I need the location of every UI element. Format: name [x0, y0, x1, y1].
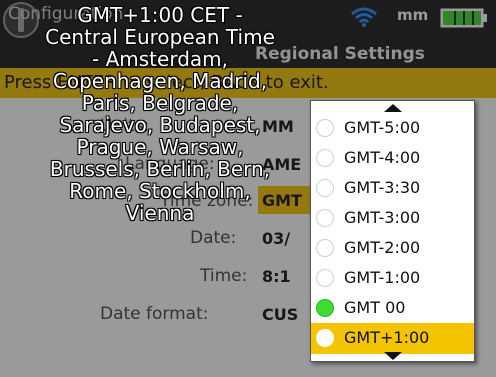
timezone-option[interactable]: GMT-5:00 — [311, 113, 474, 144]
timezone-option-highlighted[interactable]: GMT+1:00 — [311, 323, 474, 354]
radio-icon — [316, 149, 334, 167]
scroll-down-icon[interactable] — [383, 351, 403, 361]
timezone-option-label: GMT-3:30 — [344, 178, 421, 197]
timezone-option-label: GMT-5:00 — [344, 118, 421, 137]
radio-icon — [316, 209, 334, 227]
timezone-option-label: GMT-1:00 — [344, 268, 421, 287]
timezone-option-current[interactable]: GMT 00 — [311, 293, 474, 324]
timezone-option[interactable]: GMT-1:00 — [311, 263, 474, 294]
radio-checked-icon — [316, 299, 334, 317]
device-screen: Configuration mm Regional Settings Press… — [0, 0, 496, 377]
timezone-option-label: GMT-4:00 — [344, 148, 421, 167]
timezone-description: GMT+1:00 CET - Central European Time - A… — [45, 3, 275, 225]
timezone-option-label: GMT 00 — [344, 298, 406, 317]
radio-icon — [316, 239, 334, 257]
timezone-option[interactable]: GMT-2:00 — [311, 233, 474, 264]
timezone-option[interactable]: GMT-4:00 — [311, 143, 474, 174]
timezone-option-label: GMT+1:00 — [344, 328, 430, 347]
timezone-option[interactable]: GMT-3:30 — [311, 173, 474, 204]
timezone-option-label: GMT-3:00 — [344, 208, 421, 227]
radio-icon — [316, 179, 334, 197]
timezone-option[interactable]: GMT-3:00 — [311, 203, 474, 234]
radio-icon — [316, 269, 334, 287]
radio-icon — [316, 119, 334, 137]
radio-icon — [316, 329, 334, 347]
timezone-dropdown-list[interactable]: GMT-5:00 GMT-4:00 GMT-3:30 GMT-3:00 GMT-… — [310, 100, 475, 362]
timezone-option-label: GMT-2:00 — [344, 238, 421, 257]
scroll-up-icon[interactable] — [383, 103, 403, 113]
